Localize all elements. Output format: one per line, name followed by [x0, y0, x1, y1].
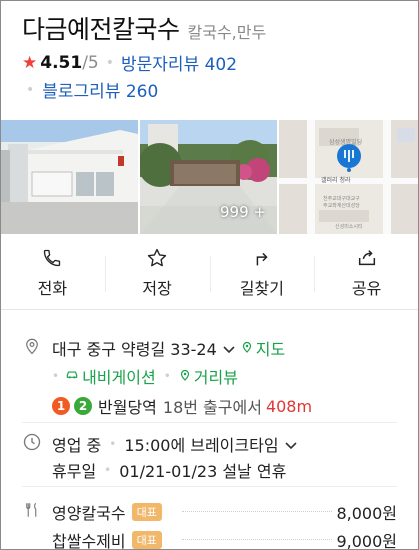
chevron-down-icon[interactable] — [285, 435, 297, 454]
chevron-down-icon[interactable] — [223, 339, 235, 358]
photo-storefront[interactable] — [0, 120, 138, 234]
navigation-row: • 내비게이션 • 거리뷰 — [52, 364, 238, 388]
svg-text:삼성생명빌딩: 삼성생명빌딩 — [329, 138, 362, 146]
save-label: 저장 — [142, 278, 172, 298]
fork-knife-icon — [22, 500, 42, 520]
visitor-reviews-link[interactable]: 방문자리뷰 402 — [121, 50, 237, 75]
menu-tag: 대표 — [131, 503, 162, 521]
map-pin-icon — [241, 339, 253, 358]
address-row: 대구 중구 약령길 33-24 지도 — [52, 336, 285, 360]
separator-dot: • — [104, 463, 112, 477]
save-button[interactable]: 저장 — [104, 236, 210, 309]
holiday-label: 휴무일 — [52, 462, 97, 481]
divider — [22, 422, 397, 423]
holiday-row: 휴무일 • 01/21-01/23 설날 연휴 — [52, 458, 286, 482]
directions-button[interactable]: 길찾기 — [209, 236, 315, 309]
menu-item-name: 영양칼국수 — [52, 504, 126, 523]
place-header: 다금예전칼국수 칼국수,만두 — [22, 10, 409, 46]
separator-dot: • — [109, 437, 117, 451]
rating-row: ★ 4.51 /5 • 방문자리뷰 402 — [22, 50, 237, 76]
clock-icon — [22, 432, 42, 452]
share-button[interactable]: 공유 — [314, 236, 419, 309]
street-view-pin-icon — [179, 367, 191, 386]
call-button[interactable]: 전화 — [0, 236, 105, 309]
photo-strip: 999 + 삼성생명빌딩 갤러리 청라 천주교대구대교구 주교좌계산대성당 신성… — [0, 120, 419, 234]
svg-text:천주교대구대교구: 천주교대구대교구 — [323, 195, 360, 202]
open-status: 영업 중 — [52, 436, 102, 455]
separator-dot: • — [105, 54, 115, 71]
menu-tag: 대표 — [131, 531, 162, 549]
photo-count: 999 + — [220, 203, 266, 221]
menu-item-name: 찹쌀수제비 — [52, 532, 126, 550]
svg-text:주교좌계산대성당: 주교좌계산대성당 — [323, 202, 360, 209]
station-name: 반월당역 — [98, 398, 157, 417]
subway-row: 1 2 반월당역 18번 출구에서 408m — [52, 394, 312, 418]
separator-dot: • — [52, 369, 60, 383]
map-link[interactable]: 지도 — [256, 336, 285, 360]
distance: 408m — [265, 396, 313, 416]
rating-max: /5 — [82, 52, 99, 73]
blog-row: • 블로그리뷰 260 — [22, 77, 158, 103]
share-icon — [356, 247, 378, 269]
exit-text: 18번 출구에서 — [162, 398, 262, 417]
street-view-link[interactable]: 거리뷰 — [194, 364, 238, 388]
separator-dot: • — [163, 369, 171, 383]
separator-dot: • — [26, 81, 35, 98]
location-pin-icon — [22, 336, 42, 356]
subway-line2-badge: 2 — [74, 397, 92, 415]
svg-text:신성미소시티: 신성미소시티 — [335, 223, 363, 230]
phone-icon — [42, 247, 62, 269]
directions-label: 길찾기 — [239, 278, 284, 298]
dotted-leader — [182, 511, 332, 512]
menu-item[interactable]: 영양칼국수 대표 — [52, 500, 162, 524]
menu-item-price: 9,000원 — [336, 532, 397, 550]
place-category: 칼국수,만두 — [187, 23, 267, 42]
photo-courtyard[interactable]: 999 + — [140, 120, 277, 234]
star-outline-icon — [146, 247, 168, 269]
action-bar: 전화 저장 길찾기 공유 — [0, 236, 419, 310]
svg-text:갤러리 청라: 갤러리 청라 — [321, 176, 351, 184]
storefront-image — [0, 120, 138, 234]
directions-arrow-icon — [251, 247, 273, 269]
map-thumbnail[interactable]: 삼성생명빌딩 갤러리 청라 천주교대구대교구 주교좌계산대성당 신성미소시티 — [279, 120, 419, 234]
holiday-value: 01/21-01/23 설날 연휴 — [119, 462, 287, 481]
blog-reviews-link[interactable]: 블로그리뷰 260 — [42, 77, 158, 102]
car-icon — [65, 367, 79, 386]
subway-line1-badge: 1 — [52, 397, 70, 415]
place-name: 다금예전칼국수 — [22, 15, 180, 44]
share-label: 공유 — [351, 278, 382, 298]
map-image: 삼성생명빌딩 갤러리 청라 천주교대구대교구 주교좌계산대성당 신성미소시티 — [279, 120, 419, 234]
dotted-leader — [182, 539, 332, 540]
divider — [22, 486, 397, 487]
navigation-link[interactable]: 내비게이션 — [82, 364, 156, 388]
address-text: 대구 중구 약령길 33-24 — [52, 340, 217, 359]
break-time: 15:00에 브레이크타임 — [124, 436, 279, 455]
hours-row[interactable]: 영업 중 • 15:00에 브레이크타임 — [52, 432, 303, 456]
menu-item[interactable]: 찹쌀수제비 대표 — [52, 528, 162, 550]
menu-item-price: 8,000원 — [336, 504, 397, 523]
call-label: 전화 — [37, 278, 68, 298]
star-icon: ★ — [22, 52, 38, 73]
rating-score: 4.51 — [40, 52, 83, 73]
